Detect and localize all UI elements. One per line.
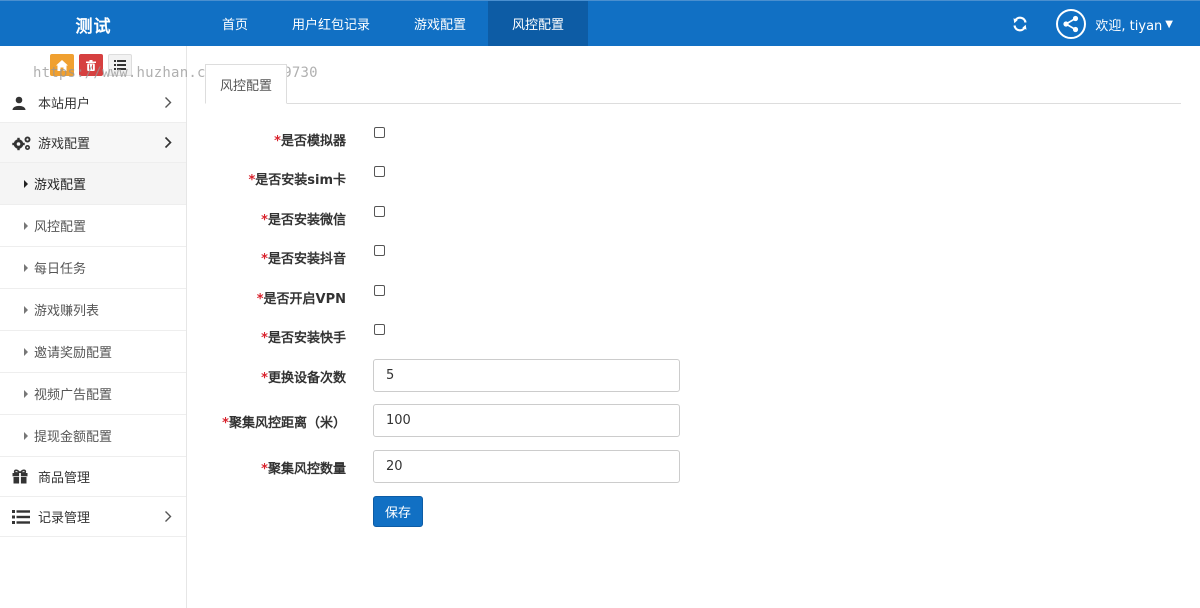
kuaishou-checkbox[interactable]	[374, 324, 385, 335]
sidebar-item-label: 游戏配置	[38, 137, 91, 152]
required-mark: *	[261, 213, 268, 228]
caret-right-icon	[24, 179, 28, 188]
field-label-text: 是否模拟器	[280, 134, 346, 149]
user-menu[interactable]: 欢迎, tiyan ▼	[1095, 15, 1173, 34]
field-label-text: 是否安装sim卡	[255, 173, 346, 188]
welcome-text: 欢迎, tiyan	[1095, 18, 1163, 34]
required-mark: *	[261, 371, 268, 386]
field-label: *是否安装微信	[188, 209, 346, 228]
field-label: *聚集风控距离（米）	[188, 412, 346, 431]
sidebar-subitem-label: 游戏配置	[34, 178, 87, 193]
required-mark: *	[256, 292, 264, 307]
field-label: *是否开启VPN	[188, 288, 346, 307]
required-mark: *	[274, 134, 281, 149]
device-change-count-input[interactable]	[373, 359, 680, 392]
chevron-right-icon	[164, 96, 172, 113]
nav-home[interactable]: 首页	[200, 1, 270, 46]
field-label-text: 是否开启VPN	[263, 292, 346, 307]
field-label: *是否安装快手	[188, 327, 346, 346]
nav-risk-config[interactable]: 风控配置	[488, 1, 589, 46]
brand-title[interactable]: 测试	[0, 1, 187, 47]
field-label-text: 聚集风控数量	[267, 462, 346, 477]
sidebar-item-label: 本站用户	[38, 97, 91, 112]
tab-bar: 风控配置	[205, 64, 1181, 104]
field-label-text: 是否安装抖音	[267, 252, 346, 267]
vpn-checkbox[interactable]	[374, 285, 385, 296]
required-mark: *	[261, 462, 268, 477]
field-label-text: 更换设备次数	[267, 371, 346, 386]
field-label-text: 是否安装微信	[267, 213, 346, 228]
sidebar-subitem-label: 提现金额配置	[34, 430, 113, 445]
field-label: *聚集风控数量	[188, 458, 346, 477]
sidebar-item-site-users[interactable]: 本站用户	[0, 83, 186, 123]
main-content: 风控配置 *是否模拟器 *是否安装sim卡 *是否安装微信 *是否安装抖音 *是…	[188, 46, 1200, 608]
caret-right-icon	[24, 221, 28, 230]
nav-game-config[interactable]: 游戏配置	[392, 1, 488, 46]
field-label-text: 聚集风控距离（米）	[228, 416, 346, 431]
sidebar-item-goods-management[interactable]: 商品管理	[0, 457, 186, 497]
save-button[interactable]: 保存	[373, 496, 423, 527]
sidebar-subitem-invite-reward-config[interactable]: 邀请奖励配置	[0, 331, 186, 373]
nav-user-redpacket-records[interactable]: 用户红包记录	[270, 1, 392, 46]
list-icon	[12, 509, 32, 524]
sidebar-subitem-label: 每日任务	[34, 262, 87, 277]
required-mark: *	[261, 331, 268, 346]
douyin-checkbox[interactable]	[374, 245, 385, 256]
wechat-checkbox[interactable]	[374, 206, 385, 217]
user-icon	[12, 96, 32, 110]
cluster-count-input[interactable]	[373, 450, 680, 483]
top-nav: 首页 用户红包记录 游戏配置 风控配置	[200, 1, 589, 47]
share-icon[interactable]	[1056, 9, 1087, 39]
caret-right-icon	[24, 431, 28, 440]
sidebar-subitem-game-config[interactable]: 游戏配置	[0, 163, 186, 205]
caret-right-icon	[24, 263, 28, 272]
cluster-distance-input[interactable]	[373, 404, 680, 437]
refresh-icon[interactable]	[1010, 14, 1030, 34]
sim-card-checkbox[interactable]	[374, 166, 385, 177]
chevron-right-icon	[164, 510, 172, 527]
field-label-text: 是否安装快手	[267, 331, 346, 346]
sidebar-item-label: 商品管理	[38, 471, 91, 486]
caret-right-icon	[24, 347, 28, 356]
sidebar-subitem-video-ad-config[interactable]: 视频广告配置	[0, 373, 186, 415]
top-right: 欢迎, tiyan ▼	[1010, 1, 1200, 47]
sidebar-item-record-management[interactable]: 记录管理	[0, 497, 186, 537]
sidebar-menu: 本站用户 游戏配置 游戏配置 风控配置 每日任务 游戏赚列表 邀请奖励配置 视频…	[0, 83, 186, 537]
sidebar-subitem-label: 视频广告配置	[34, 388, 113, 403]
sidebar-subitem-label: 风控配置	[34, 220, 87, 235]
field-label: *是否安装sim卡	[188, 169, 346, 188]
sidebar-subitem-game-earn-list[interactable]: 游戏赚列表	[0, 289, 186, 331]
chevron-right-icon	[164, 136, 172, 153]
sidebar-item-game-config[interactable]: 游戏配置	[0, 123, 186, 163]
sidebar-subitem-daily-tasks[interactable]: 每日任务	[0, 247, 186, 289]
caret-down-icon: ▼	[1165, 18, 1173, 30]
sidebar: https://www.huzhan.com/ishop49730 本站用户 游…	[0, 46, 318, 608]
sidebar-subitem-label: 游戏赚列表	[34, 304, 100, 319]
emulator-checkbox[interactable]	[374, 127, 385, 138]
tab-risk-config[interactable]: 风控配置	[205, 64, 288, 104]
sidebar-subitem-risk-config[interactable]: 风控配置	[0, 205, 186, 247]
gift-icon	[12, 469, 32, 484]
required-mark: *	[261, 252, 268, 267]
caret-right-icon	[24, 305, 28, 314]
sidebar-subitem-label: 邀请奖励配置	[34, 346, 113, 361]
gears-icon	[12, 135, 32, 151]
caret-right-icon	[24, 389, 28, 398]
sidebar-item-label: 记录管理	[38, 511, 91, 526]
required-mark: *	[222, 416, 229, 431]
field-label: *是否安装抖音	[188, 248, 346, 267]
field-label: *更换设备次数	[188, 367, 346, 386]
sidebar-subitem-withdraw-amount-config[interactable]: 提现金额配置	[0, 415, 186, 457]
top-bar: 测试 首页 用户红包记录 游戏配置 风控配置 欢迎, tiyan ▼	[0, 0, 1200, 46]
field-label: *是否模拟器	[188, 130, 346, 149]
